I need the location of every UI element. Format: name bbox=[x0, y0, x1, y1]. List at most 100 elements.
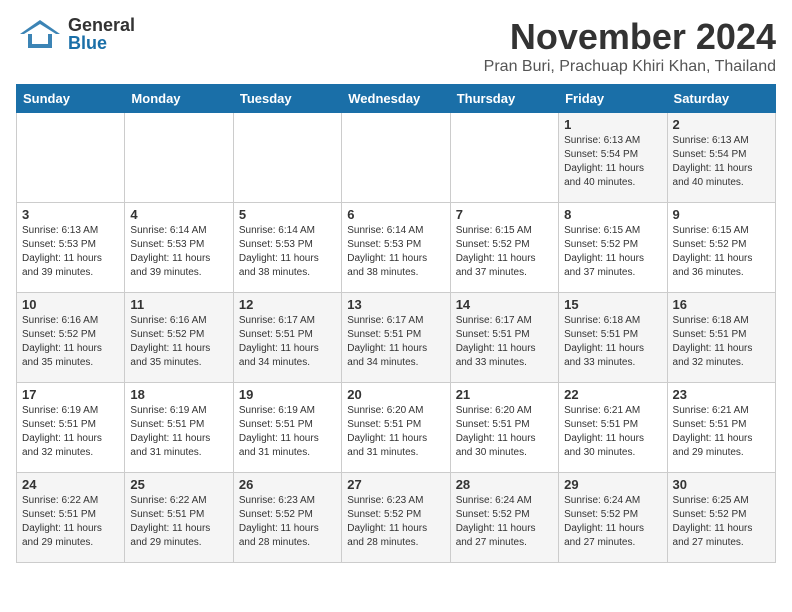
col-sunday: Sunday bbox=[17, 85, 125, 113]
day-number: 18 bbox=[130, 387, 227, 402]
day-info: Sunrise: 6:23 AM Sunset: 5:52 PM Dayligh… bbox=[239, 494, 336, 550]
calendar-cell bbox=[125, 113, 233, 203]
day-number: 6 bbox=[347, 207, 444, 222]
day-number: 28 bbox=[456, 477, 553, 492]
day-info: Sunrise: 6:16 AM Sunset: 5:52 PM Dayligh… bbox=[22, 314, 119, 370]
day-number: 7 bbox=[456, 207, 553, 222]
logo-icon bbox=[16, 16, 64, 52]
calendar-cell: 1 Sunrise: 6:13 AM Sunset: 5:54 PM Daylig… bbox=[559, 113, 667, 203]
day-info: Sunrise: 6:15 AM Sunset: 5:52 PM Dayligh… bbox=[673, 224, 770, 280]
calendar-week-0: 1 Sunrise: 6:13 AM Sunset: 5:54 PM Daylig… bbox=[17, 113, 776, 203]
day-number: 1 bbox=[564, 117, 661, 132]
day-info: Sunrise: 6:18 AM Sunset: 5:51 PM Dayligh… bbox=[564, 314, 661, 370]
day-number: 20 bbox=[347, 387, 444, 402]
calendar-cell: 5 Sunrise: 6:14 AM Sunset: 5:53 PM Daylig… bbox=[233, 203, 341, 293]
calendar-cell: 14 Sunrise: 6:17 AM Sunset: 5:51 PM Dayli… bbox=[450, 293, 558, 383]
day-number: 16 bbox=[673, 297, 770, 312]
calendar-cell: 7 Sunrise: 6:15 AM Sunset: 5:52 PM Daylig… bbox=[450, 203, 558, 293]
calendar-cell: 23 Sunrise: 6:21 AM Sunset: 5:51 PM Dayli… bbox=[667, 383, 775, 473]
day-info: Sunrise: 6:20 AM Sunset: 5:51 PM Dayligh… bbox=[456, 404, 553, 460]
day-info: Sunrise: 6:13 AM Sunset: 5:53 PM Dayligh… bbox=[22, 224, 119, 280]
calendar-cell: 25Sunrise: 6:22 AM Sunset: 5:51 PM Dayli… bbox=[125, 473, 233, 563]
col-saturday: Saturday bbox=[667, 85, 775, 113]
day-info: Sunrise: 6:15 AM Sunset: 5:52 PM Dayligh… bbox=[456, 224, 553, 280]
calendar-cell: 2 Sunrise: 6:13 AM Sunset: 5:54 PM Daylig… bbox=[667, 113, 775, 203]
day-number: 9 bbox=[673, 207, 770, 222]
day-info: Sunrise: 6:24 AM Sunset: 5:52 PM Dayligh… bbox=[456, 494, 553, 550]
location-title: Pran Buri, Prachuap Khiri Khan, Thailand bbox=[484, 58, 776, 76]
day-info: Sunrise: 6:18 AM Sunset: 5:51 PM Dayligh… bbox=[673, 314, 770, 370]
calendar-cell: 17Sunrise: 6:19 AM Sunset: 5:51 PM Dayli… bbox=[17, 383, 125, 473]
day-info: Sunrise: 6:14 AM Sunset: 5:53 PM Dayligh… bbox=[130, 224, 227, 280]
calendar-cell: 28 Sunrise: 6:24 AM Sunset: 5:52 PM Dayli… bbox=[450, 473, 558, 563]
calendar-cell: 27Sunrise: 6:23 AM Sunset: 5:52 PM Dayli… bbox=[342, 473, 450, 563]
calendar-cell: 6Sunrise: 6:14 AM Sunset: 5:53 PM Daylig… bbox=[342, 203, 450, 293]
day-number: 24 bbox=[22, 477, 119, 492]
day-number: 11 bbox=[130, 297, 227, 312]
logo: General Blue bbox=[16, 16, 135, 52]
day-info: Sunrise: 6:20 AM Sunset: 5:51 PM Dayligh… bbox=[347, 404, 444, 460]
day-info: Sunrise: 6:19 AM Sunset: 5:51 PM Dayligh… bbox=[239, 404, 336, 460]
calendar-week-1: 3 Sunrise: 6:13 AM Sunset: 5:53 PM Daylig… bbox=[17, 203, 776, 293]
day-info: Sunrise: 6:21 AM Sunset: 5:51 PM Dayligh… bbox=[673, 404, 770, 460]
day-number: 22 bbox=[564, 387, 661, 402]
title-block: November 2024 Pran Buri, Prachuap Khiri … bbox=[484, 16, 776, 76]
calendar-table: Sunday Monday Tuesday Wednesday Thursday… bbox=[16, 84, 776, 563]
calendar-cell: 22 Sunrise: 6:21 AM Sunset: 5:51 PM Dayli… bbox=[559, 383, 667, 473]
day-info: Sunrise: 6:16 AM Sunset: 5:52 PM Dayligh… bbox=[130, 314, 227, 370]
col-friday: Friday bbox=[559, 85, 667, 113]
col-thursday: Thursday bbox=[450, 85, 558, 113]
calendar-cell: 10 Sunrise: 6:16 AM Sunset: 5:52 PM Dayli… bbox=[17, 293, 125, 383]
day-number: 30 bbox=[673, 477, 770, 492]
day-info: Sunrise: 6:19 AM Sunset: 5:51 PM Dayligh… bbox=[22, 404, 119, 460]
calendar-cell: 20 Sunrise: 6:20 AM Sunset: 5:51 PM Dayli… bbox=[342, 383, 450, 473]
calendar-cell: 29Sunrise: 6:24 AM Sunset: 5:52 PM Dayli… bbox=[559, 473, 667, 563]
col-tuesday: Tuesday bbox=[233, 85, 341, 113]
day-number: 15 bbox=[564, 297, 661, 312]
day-number: 26 bbox=[239, 477, 336, 492]
month-title: November 2024 bbox=[484, 16, 776, 58]
day-number: 29 bbox=[564, 477, 661, 492]
day-number: 2 bbox=[673, 117, 770, 132]
page-header: General Blue November 2024 Pran Buri, Pr… bbox=[16, 16, 776, 76]
logo-general: General bbox=[68, 16, 135, 34]
day-number: 19 bbox=[239, 387, 336, 402]
day-number: 13 bbox=[347, 297, 444, 312]
calendar-cell: 8Sunrise: 6:15 AM Sunset: 5:52 PM Daylig… bbox=[559, 203, 667, 293]
day-number: 3 bbox=[22, 207, 119, 222]
day-number: 23 bbox=[673, 387, 770, 402]
calendar-week-3: 17Sunrise: 6:19 AM Sunset: 5:51 PM Dayli… bbox=[17, 383, 776, 473]
day-info: Sunrise: 6:25 AM Sunset: 5:52 PM Dayligh… bbox=[673, 494, 770, 550]
day-info: Sunrise: 6:13 AM Sunset: 5:54 PM Dayligh… bbox=[564, 134, 661, 190]
calendar-week-4: 24 Sunrise: 6:22 AM Sunset: 5:51 PM Dayli… bbox=[17, 473, 776, 563]
day-number: 10 bbox=[22, 297, 119, 312]
calendar-cell: 24Sunrise: 6:22 AM Sunset: 5:51 PM Dayli… bbox=[17, 473, 125, 563]
calendar-cell bbox=[17, 113, 125, 203]
calendar-cell bbox=[233, 113, 341, 203]
day-number: 27 bbox=[347, 477, 444, 492]
day-info: Sunrise: 6:17 AM Sunset: 5:51 PM Dayligh… bbox=[456, 314, 553, 370]
calendar-cell: 3 Sunrise: 6:13 AM Sunset: 5:53 PM Daylig… bbox=[17, 203, 125, 293]
day-number: 4 bbox=[130, 207, 227, 222]
day-number: 5 bbox=[239, 207, 336, 222]
day-info: Sunrise: 6:22 AM Sunset: 5:51 PM Dayligh… bbox=[130, 494, 227, 550]
calendar-cell: 26 Sunrise: 6:23 AM Sunset: 5:52 PM Dayli… bbox=[233, 473, 341, 563]
col-monday: Monday bbox=[125, 85, 233, 113]
day-number: 12 bbox=[239, 297, 336, 312]
day-info: Sunrise: 6:21 AM Sunset: 5:51 PM Dayligh… bbox=[564, 404, 661, 460]
col-wednesday: Wednesday bbox=[342, 85, 450, 113]
day-info: Sunrise: 6:17 AM Sunset: 5:51 PM Dayligh… bbox=[239, 314, 336, 370]
calendar-header-row: Sunday Monday Tuesday Wednesday Thursday… bbox=[17, 85, 776, 113]
calendar-cell: 11 Sunrise: 6:16 AM Sunset: 5:52 PM Dayli… bbox=[125, 293, 233, 383]
day-info: Sunrise: 6:19 AM Sunset: 5:51 PM Dayligh… bbox=[130, 404, 227, 460]
day-number: 14 bbox=[456, 297, 553, 312]
logo-blue: Blue bbox=[68, 34, 135, 52]
day-info: Sunrise: 6:15 AM Sunset: 5:52 PM Dayligh… bbox=[564, 224, 661, 280]
day-info: Sunrise: 6:14 AM Sunset: 5:53 PM Dayligh… bbox=[239, 224, 336, 280]
calendar-cell: 16 Sunrise: 6:18 AM Sunset: 5:51 PM Dayli… bbox=[667, 293, 775, 383]
day-info: Sunrise: 6:13 AM Sunset: 5:54 PM Dayligh… bbox=[673, 134, 770, 190]
calendar-cell: 9 Sunrise: 6:15 AM Sunset: 5:52 PM Daylig… bbox=[667, 203, 775, 293]
calendar-cell: 18 Sunrise: 6:19 AM Sunset: 5:51 PM Dayli… bbox=[125, 383, 233, 473]
calendar-cell: 19 Sunrise: 6:19 AM Sunset: 5:51 PM Dayli… bbox=[233, 383, 341, 473]
calendar-cell: 4 Sunrise: 6:14 AM Sunset: 5:53 PM Daylig… bbox=[125, 203, 233, 293]
